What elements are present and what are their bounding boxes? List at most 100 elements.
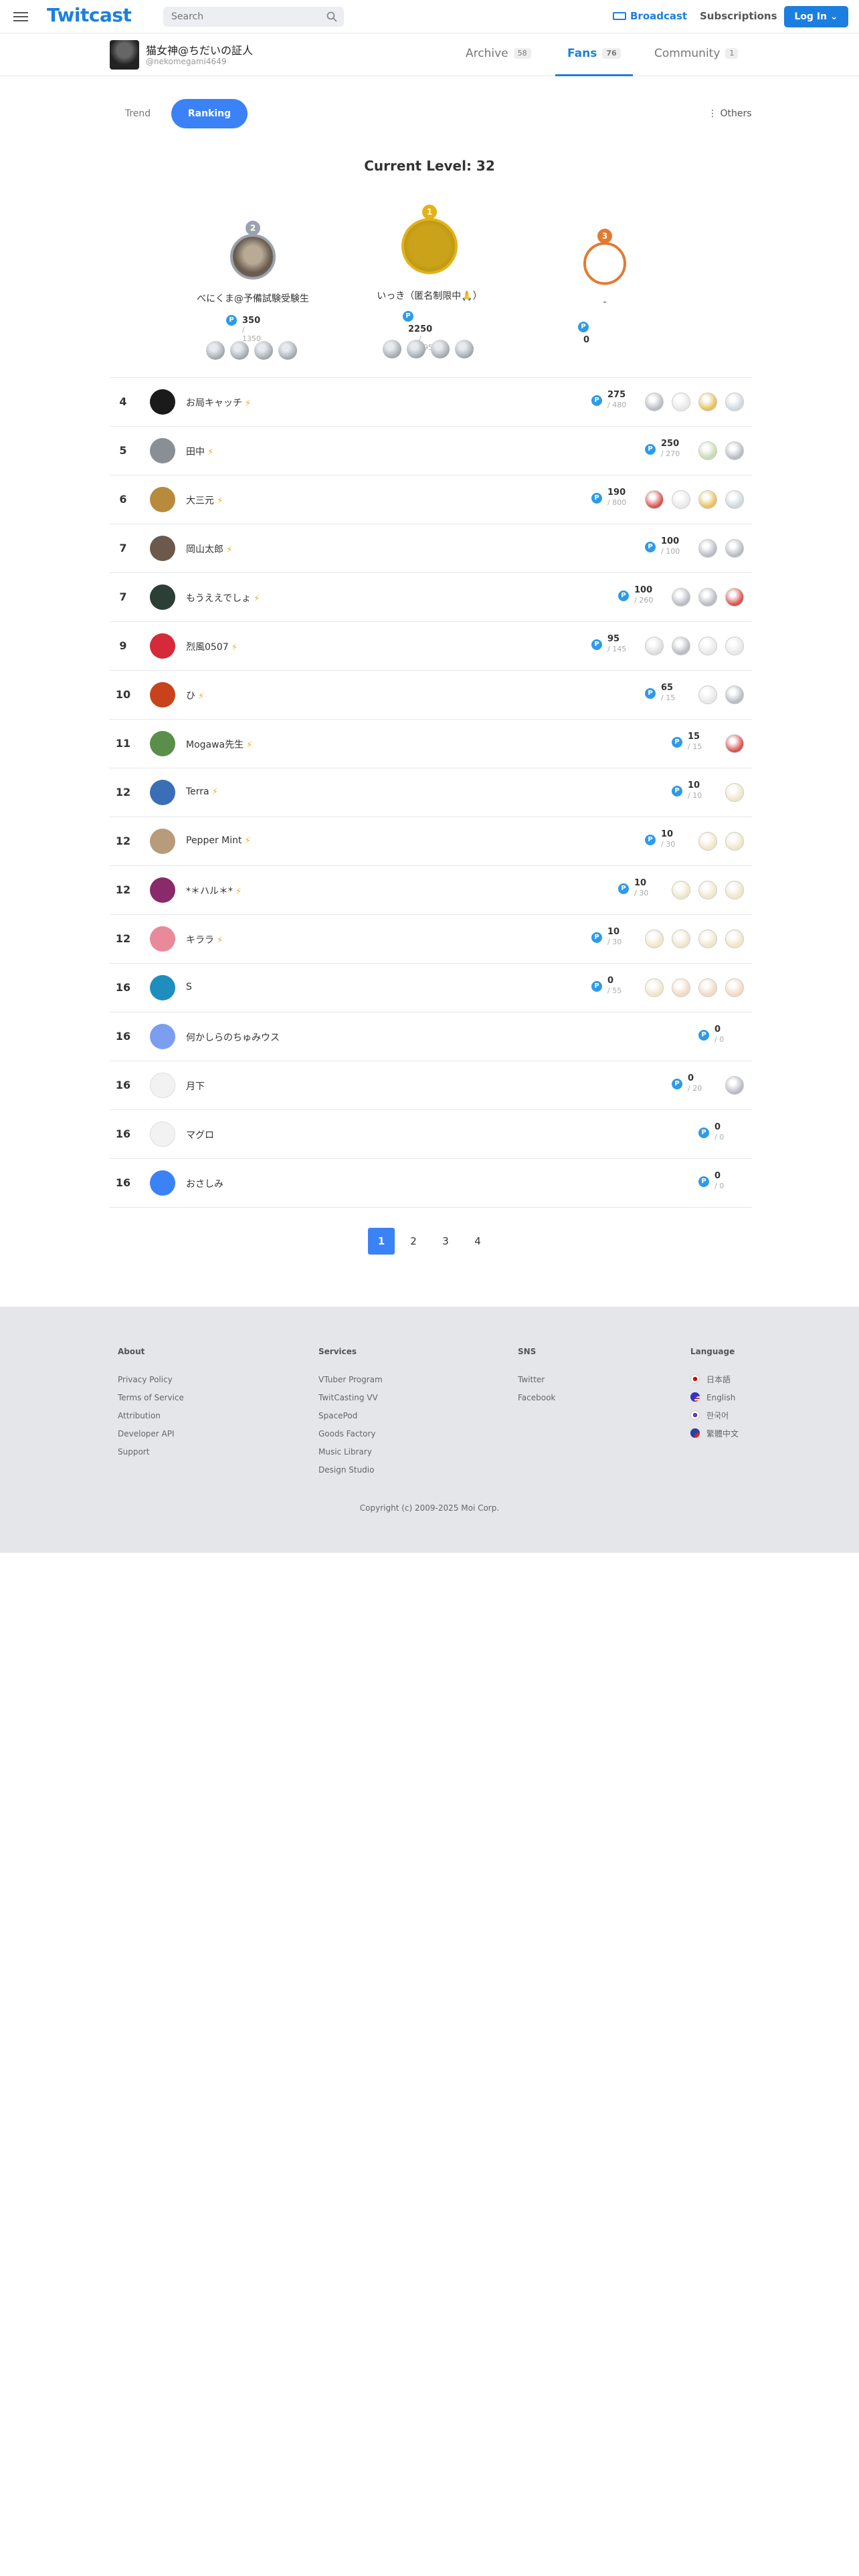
podium-avatar[interactable] <box>230 234 276 280</box>
tab-fans[interactable]: Fans 76 <box>555 33 633 76</box>
user-avatar[interactable] <box>150 877 175 903</box>
others-button[interactable]: ⋮ Others <box>708 108 752 119</box>
ranking-row[interactable]: 4 お局キャッチ ⚡ P 275/ 480 <box>110 377 752 426</box>
subtab-trend[interactable]: Trend <box>110 99 166 128</box>
user-name[interactable]: ひ ⚡ <box>186 689 204 702</box>
menu-icon[interactable] <box>13 9 31 24</box>
gift-item-icon <box>672 930 690 948</box>
user-name[interactable]: 何かしらのちゅみウス <box>186 1031 280 1044</box>
ranking-row[interactable]: 5 田中 ⚡ P 250/ 270 <box>110 426 752 475</box>
footer-link[interactable]: Design Studio <box>318 1461 383 1479</box>
footer-link[interactable]: Twitter <box>518 1371 555 1389</box>
page-button[interactable]: 3 <box>432 1228 459 1255</box>
profile-name[interactable]: 猫女神@ちだいの証人 <box>146 41 253 58</box>
ranking-row[interactable]: 16 おさしみ P 0/ 0 <box>110 1158 752 1207</box>
ranking-row[interactable]: 16 マグロ P 0/ 0 <box>110 1109 752 1158</box>
search-input[interactable] <box>171 10 318 23</box>
broadcast-link[interactable]: Broadcast <box>613 10 687 22</box>
tab-community[interactable]: Community 1 <box>654 33 739 76</box>
subscriptions-link[interactable]: Subscriptions <box>700 10 777 22</box>
subtab-ranking[interactable]: Ranking <box>171 99 248 128</box>
score-denominator: / 100 <box>661 547 680 556</box>
page-button[interactable]: 1 <box>368 1228 395 1255</box>
footer-link[interactable]: SpacePod <box>318 1407 383 1425</box>
user-name[interactable]: 大三元 ⚡ <box>186 494 223 507</box>
footer-link[interactable]: Support <box>118 1443 184 1461</box>
footer-link[interactable]: VTuber Program <box>318 1371 383 1389</box>
profile-avatar[interactable] <box>110 40 139 70</box>
podium-name[interactable]: - <box>511 297 698 308</box>
podium-avatar[interactable] <box>583 242 626 285</box>
page-button[interactable]: 2 <box>400 1228 427 1255</box>
user-avatar[interactable] <box>150 389 175 415</box>
user-avatar[interactable] <box>150 926 175 952</box>
user-name[interactable]: Terra ⚡ <box>186 786 218 797</box>
ranking-row[interactable]: 7 岡山太郎 ⚡ P 100/ 100 <box>110 524 752 572</box>
ranking-row[interactable]: 11 Mogawa先生 ⚡ P 15/ 15 <box>110 719 752 768</box>
user-avatar[interactable] <box>150 1121 175 1147</box>
user-name[interactable]: 岡山太郎 ⚡ <box>186 542 232 556</box>
ranking-row[interactable]: 16 月下 P 0/ 20 <box>110 1061 752 1109</box>
language-option[interactable]: 日本語 <box>690 1371 739 1389</box>
ranking-row[interactable]: 16 何かしらのちゅみウス P 0/ 0 <box>110 1012 752 1061</box>
bolt-icon: ⚡ <box>223 545 233 555</box>
user-avatar[interactable] <box>150 1024 175 1049</box>
ranking-row[interactable]: 12 キララ ⚡ P 10/ 30 <box>110 914 752 963</box>
user-name[interactable]: 田中 ⚡ <box>186 445 213 458</box>
ranking-row[interactable]: 12 Pepper Mint ⚡ P 10/ 30 <box>110 817 752 865</box>
user-avatar[interactable] <box>150 584 175 610</box>
gift-item-icon <box>407 340 425 358</box>
logo[interactable]: Twitcast <box>47 4 132 26</box>
user-avatar[interactable] <box>150 975 175 1000</box>
footer-link[interactable]: Developer API <box>118 1425 184 1443</box>
footer-link[interactable]: TwitCasting VV <box>318 1389 383 1407</box>
user-name[interactable]: S <box>186 982 192 992</box>
bolt-icon: ⚡ <box>228 643 237 653</box>
user-name[interactable]: おさしみ <box>186 1177 223 1190</box>
footer-link[interactable]: Facebook <box>518 1389 555 1407</box>
user-name[interactable]: お局キャッチ ⚡ <box>186 396 251 409</box>
user-avatar[interactable] <box>150 780 175 805</box>
footer-link[interactable]: Goods Factory <box>318 1425 383 1443</box>
ranking-row[interactable]: 10 ひ ⚡ P 65/ 15 <box>110 670 752 719</box>
user-avatar[interactable] <box>150 682 175 708</box>
ranking-row[interactable]: 12 Terra ⚡ P 10/ 10 <box>110 768 752 817</box>
ranking-row[interactable]: 7 もうええでしょ ⚡ P 100/ 260 <box>110 572 752 621</box>
podium-avatar[interactable] <box>401 218 458 274</box>
footer-link[interactable]: Music Library <box>318 1443 383 1461</box>
user-name[interactable]: Pepper Mint ⚡ <box>186 835 251 846</box>
page-button[interactable]: 4 <box>464 1228 491 1255</box>
ranking-row[interactable]: 12 *＊ハル＊* ⚡ P 10/ 30 <box>110 865 752 914</box>
user-avatar[interactable] <box>150 731 175 756</box>
user-name[interactable]: Mogawa先生 ⚡ <box>186 738 252 751</box>
footer-link[interactable]: Privacy Policy <box>118 1371 184 1389</box>
user-name[interactable]: キララ ⚡ <box>186 933 223 946</box>
user-avatar[interactable] <box>150 829 175 854</box>
tab-archive[interactable]: Archive 58 <box>466 33 531 76</box>
user-avatar[interactable] <box>150 487 175 512</box>
ranking-row[interactable]: 16 S P 0/ 55 <box>110 963 752 1012</box>
user-name[interactable]: もうええでしょ ⚡ <box>186 591 260 605</box>
podium-name[interactable]: いっき（匿名制限中🙏） <box>336 289 523 302</box>
user-name[interactable]: マグロ <box>186 1128 214 1142</box>
podium-name[interactable]: べにくま@予備試験受験生 <box>159 292 347 305</box>
score-value: 95 <box>607 634 620 644</box>
language-option[interactable]: 繁體中文 <box>690 1425 739 1443</box>
user-avatar[interactable] <box>150 1073 175 1098</box>
footer-link[interactable]: Attribution <box>118 1407 184 1425</box>
search-box[interactable] <box>163 7 344 27</box>
ranking-row[interactable]: 6 大三元 ⚡ P 190/ 800 <box>110 475 752 524</box>
language-option[interactable]: 한국어 <box>690 1407 739 1425</box>
user-name[interactable]: 烈風0507 ⚡ <box>186 640 237 653</box>
user-name[interactable]: 月下 <box>186 1079 205 1093</box>
user-avatar[interactable] <box>150 536 175 561</box>
user-avatar[interactable] <box>150 633 175 659</box>
ranking-row[interactable]: 9 烈風0507 ⚡ P 95/ 145 <box>110 621 752 670</box>
login-button[interactable]: Log In ⌄ <box>784 6 848 27</box>
language-option[interactable]: English <box>690 1389 739 1407</box>
user-avatar[interactable] <box>150 438 175 463</box>
user-name[interactable]: *＊ハル＊* ⚡ <box>186 884 242 897</box>
user-avatar[interactable] <box>150 1170 175 1196</box>
search-icon[interactable] <box>326 11 337 22</box>
footer-link[interactable]: Terms of Service <box>118 1389 184 1407</box>
